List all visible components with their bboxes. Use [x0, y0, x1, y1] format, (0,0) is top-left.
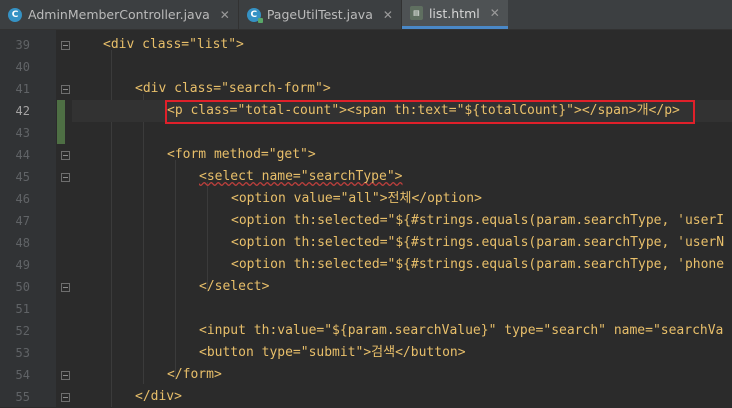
fold-toggle-icon[interactable] — [61, 173, 70, 182]
tab-label: AdminMemberController.java — [28, 7, 210, 22]
line-number: 54 — [15, 368, 30, 382]
code-text: <option th:selected="${#strings.equals(p… — [231, 235, 725, 250]
line-number: 48 — [15, 236, 30, 250]
code-text: <option th:selected="${#strings.equals(p… — [231, 213, 725, 228]
fold-toggle-icon[interactable] — [61, 41, 70, 50]
code-line-45: <select name="searchType"> — [199, 166, 403, 188]
html-file-icon: ▤ — [409, 6, 423, 20]
indent-guide — [143, 94, 144, 384]
line-number: 40 — [15, 60, 30, 74]
code-line-53: <button type="submit">검색</button> — [199, 342, 466, 364]
close-icon[interactable]: ✕ — [220, 8, 230, 22]
code-line-55: </div> — [135, 386, 182, 407]
line-number: 51 — [15, 302, 30, 316]
tab-page-util-test[interactable]: C PageUtilTest.java ✕ — [239, 0, 401, 29]
line-number: 47 — [15, 214, 30, 228]
code-line-48: <option th:selected="${#strings.equals(p… — [231, 232, 724, 254]
tab-list-html[interactable]: ▤ list.html ✕ — [401, 0, 508, 29]
tab-label: list.html — [428, 5, 480, 21]
line-number: 45 — [15, 170, 30, 184]
line-number-gutter[interactable]: 39 40 41 42 44 43 45 46 47 48 49 50 51 5… — [0, 30, 65, 407]
code-line-49: <option th:selected="${#strings.equals(p… — [231, 254, 724, 276]
code-text: <select name="searchType"> — [199, 169, 403, 184]
code-text: </form> — [167, 367, 222, 382]
vcs-change-marker[interactable] — [57, 100, 65, 144]
code-line-50: </select> — [199, 276, 269, 298]
fold-toggle-icon[interactable] — [61, 371, 70, 380]
line-number: 42 — [15, 104, 30, 118]
line-number: 41 — [15, 82, 30, 96]
line-number: 43 — [15, 126, 30, 140]
line-number: 46 — [15, 192, 30, 206]
code-text: <div class="list"> — [103, 37, 244, 52]
code-line-39: <div class="list"> — [103, 34, 244, 56]
code-line-52: <input th:value="${param.searchValue}" t… — [199, 320, 723, 342]
line-number: 39 — [15, 38, 30, 52]
line-number: 50 — [15, 280, 30, 294]
fold-toggle-icon[interactable] — [61, 151, 70, 160]
code-line-44: <form method="get"> — [167, 144, 316, 166]
code-text: </select> — [199, 279, 270, 294]
code-line-41: <div class="search-form"> — [135, 78, 331, 100]
code-text: <button type="submit">검색</button> — [199, 345, 466, 360]
code-text: <p class="total-count"><span th:text="${… — [167, 103, 680, 118]
java-test-class-icon: C — [246, 7, 263, 23]
close-icon[interactable]: ✕ — [490, 6, 500, 20]
indent-guide — [175, 160, 176, 380]
editor-tab-bar: C AdminMemberController.java ✕ C PageUti… — [0, 0, 732, 30]
code-line-46: <option value="all">전체</option> — [231, 188, 482, 210]
line-number: 53 — [15, 346, 30, 360]
line-number: 44 — [15, 148, 30, 162]
code-line-47: <option th:selected="${#strings.equals(p… — [231, 210, 724, 232]
line-number: 49 — [15, 258, 30, 272]
tab-label: PageUtilTest.java — [266, 7, 373, 22]
tab-admin-member-controller[interactable]: C AdminMemberController.java ✕ — [0, 0, 238, 29]
code-text: <form method="get"> — [167, 147, 316, 162]
fold-toggle-icon[interactable] — [61, 393, 70, 402]
code-text: <option value="all">전체</option> — [231, 191, 482, 206]
fold-toggle-icon[interactable] — [61, 283, 70, 292]
line-number: 52 — [15, 324, 30, 338]
code-line-42: <p class="total-count"><span th:text="${… — [167, 100, 680, 122]
code-text: </div> — [135, 389, 182, 404]
java-class-icon: C — [8, 7, 22, 22]
line-number: 55 — [15, 390, 30, 404]
code-line-54: </form> — [167, 364, 222, 386]
fold-toggle-icon[interactable] — [61, 85, 70, 94]
code-text: <div class="search-form"> — [135, 81, 331, 96]
code-text: <option th:selected="${#strings.equals(p… — [231, 257, 725, 272]
close-icon[interactable]: ✕ — [383, 8, 393, 22]
code-text: <input th:value="${param.searchValue}" t… — [199, 323, 724, 338]
code-editor[interactable]: <div class="list"> <div class="search-fo… — [72, 30, 732, 407]
